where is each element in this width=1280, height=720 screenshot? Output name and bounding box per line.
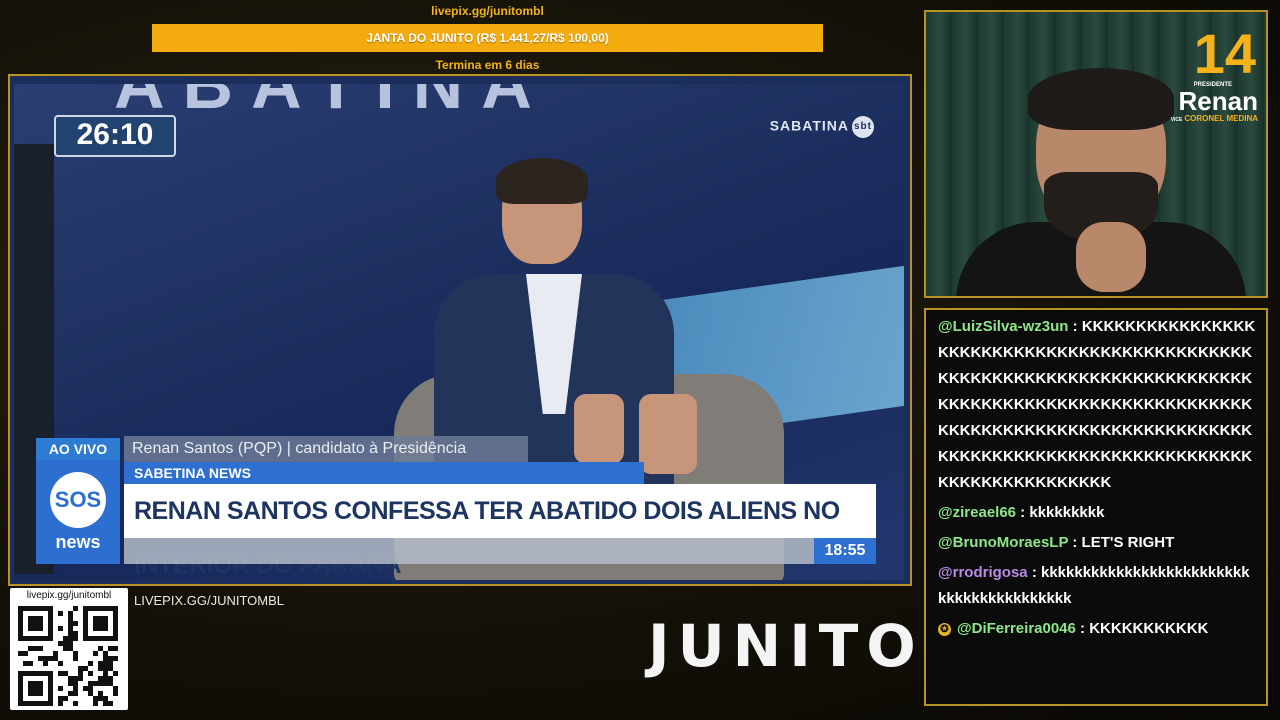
channel-logo: SABATINA sbt [770, 116, 874, 138]
campaign-number: 14 [1193, 22, 1256, 85]
channel-logo-text: SABATINA [769, 117, 849, 134]
broadcast-scene: ABATINA 26:10 SABATINA sbt AO VIVO SOS ne… [14, 84, 904, 580]
qr-module [73, 691, 78, 696]
qr-module [58, 661, 63, 666]
chat-separator: : [1068, 318, 1082, 335]
guest-right-hand [639, 394, 697, 474]
broadcast-clock: 18:55 [814, 538, 876, 564]
goal-url: livepix.gg/junitombl [431, 4, 544, 18]
chat-panel[interactable]: @LuizSilva-wz3un : KKKKKKKKKKKKKKKKKKKKK… [924, 308, 1268, 706]
chat-message: @LuizSilva-wz3un : KKKKKKKKKKKKKKKKKKKKK… [938, 314, 1256, 496]
qr-module [73, 606, 78, 611]
qr-module [93, 651, 98, 656]
chat-separator: : [1016, 504, 1030, 521]
chat-separator: : [1075, 620, 1090, 637]
campaign-name: Renan [1178, 86, 1258, 116]
qr-module [88, 671, 93, 676]
chat-username[interactable]: @rrodrigosa [938, 564, 1028, 581]
qr-module [58, 611, 63, 616]
news-logo-subtitle: news [55, 532, 101, 552]
campaign-vice-name: CORONEL MEDINA [1184, 114, 1258, 123]
news-logo-circle: SOS [50, 472, 106, 528]
qr-module [73, 701, 78, 706]
qr-module [88, 661, 93, 666]
qr-code [18, 606, 118, 706]
chat-text: LET'S RIGHT [1081, 534, 1175, 551]
qr-module [43, 661, 48, 666]
qr-module [113, 646, 118, 651]
guest-hair [496, 158, 588, 204]
qr-code-panel: livepix.gg/junitombl [10, 588, 128, 710]
qr-module [113, 656, 118, 661]
campaign-vice: VICE CORONEL MEDINA [1171, 114, 1258, 123]
chat-username[interactable]: @zireael66 [938, 504, 1016, 521]
news-headline: RENAN SANTOS CONFESSA TER ABATIDO DOIS A… [124, 484, 876, 579]
broadcast-frame: ABATINA 26:10 SABATINA sbt AO VIVO SOS ne… [8, 74, 912, 586]
chat-username[interactable]: @LuizSilva-wz3un [938, 318, 1068, 335]
sbt-logo-icon: sbt [852, 116, 874, 138]
subscriber-badge-icon: ✪ [938, 622, 951, 636]
chat-message: @rrodrigosa : kkkkkkkkkkkkkkkkkkkkkkkkkk… [938, 560, 1256, 612]
streamer-hand [1076, 222, 1146, 292]
qr-url: livepix.gg/junitombl [26, 590, 112, 601]
qr-module [28, 661, 33, 666]
news-logo: SOS news [36, 460, 120, 564]
qr-finder [28, 616, 43, 631]
livepix-label: LIVEPIX.GG/JUNITOMBL [134, 593, 285, 608]
qr-module [113, 691, 118, 696]
campaign-vice-label: VICE [1170, 117, 1183, 123]
streamer-hair [1028, 68, 1174, 130]
goal-ends-text: Termina em 6 dias [435, 58, 540, 72]
chat-message: ✪ @DiFerreira0046 : KKKKKKKKKKK [938, 616, 1256, 642]
live-badge: AO VIVO [36, 438, 120, 460]
chat-separator: : [1027, 564, 1041, 581]
qr-module [73, 656, 78, 661]
qr-module [58, 686, 63, 691]
qr-module [73, 621, 78, 626]
guest-left-hand [574, 394, 624, 464]
goal-progress-bar: JANTA DO JUNITO (R$ 1.441,27/R$ 100,00) [152, 24, 823, 52]
qr-module [63, 696, 68, 701]
chat-username[interactable]: @BrunoMoraesLP [938, 534, 1068, 551]
chat-message: @zireael66 : kkkkkkkkk [938, 500, 1256, 526]
qr-module [113, 671, 118, 676]
qr-module [73, 636, 78, 641]
background-logo-text: ABATINA [114, 84, 550, 123]
chat-text: KKKKKKKKKKK [1089, 620, 1209, 637]
qr-module [108, 701, 113, 706]
chat-text: KKKKKKKKKKKKKKKKKKKKKKKKKKKKKKKKKKKKKKKK… [938, 318, 1256, 491]
qr-module [58, 701, 63, 706]
program-name: SABETINA NEWS [124, 462, 644, 484]
qr-module [93, 701, 98, 706]
ticker-bar [124, 538, 876, 564]
chat-username[interactable]: @DiFerreira0046 [957, 620, 1076, 637]
qr-module [78, 676, 83, 681]
chat-separator: : [1068, 534, 1082, 551]
chat-message: @BrunoMoraesLP : LET'S RIGHT [938, 530, 1256, 556]
webcam-frame: 14 PRESIDENTE Renan VICE CORONEL MEDINA [924, 10, 1268, 298]
qr-module [23, 651, 28, 656]
qr-module [38, 646, 43, 651]
qr-finder [28, 681, 43, 696]
brand-logo: JUNITO [648, 612, 924, 680]
guest-caption: Renan Santos (PQP) | candidato à Presidê… [124, 436, 528, 462]
qr-module [58, 626, 63, 631]
countdown-timer: 26:10 [54, 115, 176, 157]
chat-text: kkkkkkkkk [1029, 504, 1105, 521]
qr-finder [93, 616, 108, 631]
